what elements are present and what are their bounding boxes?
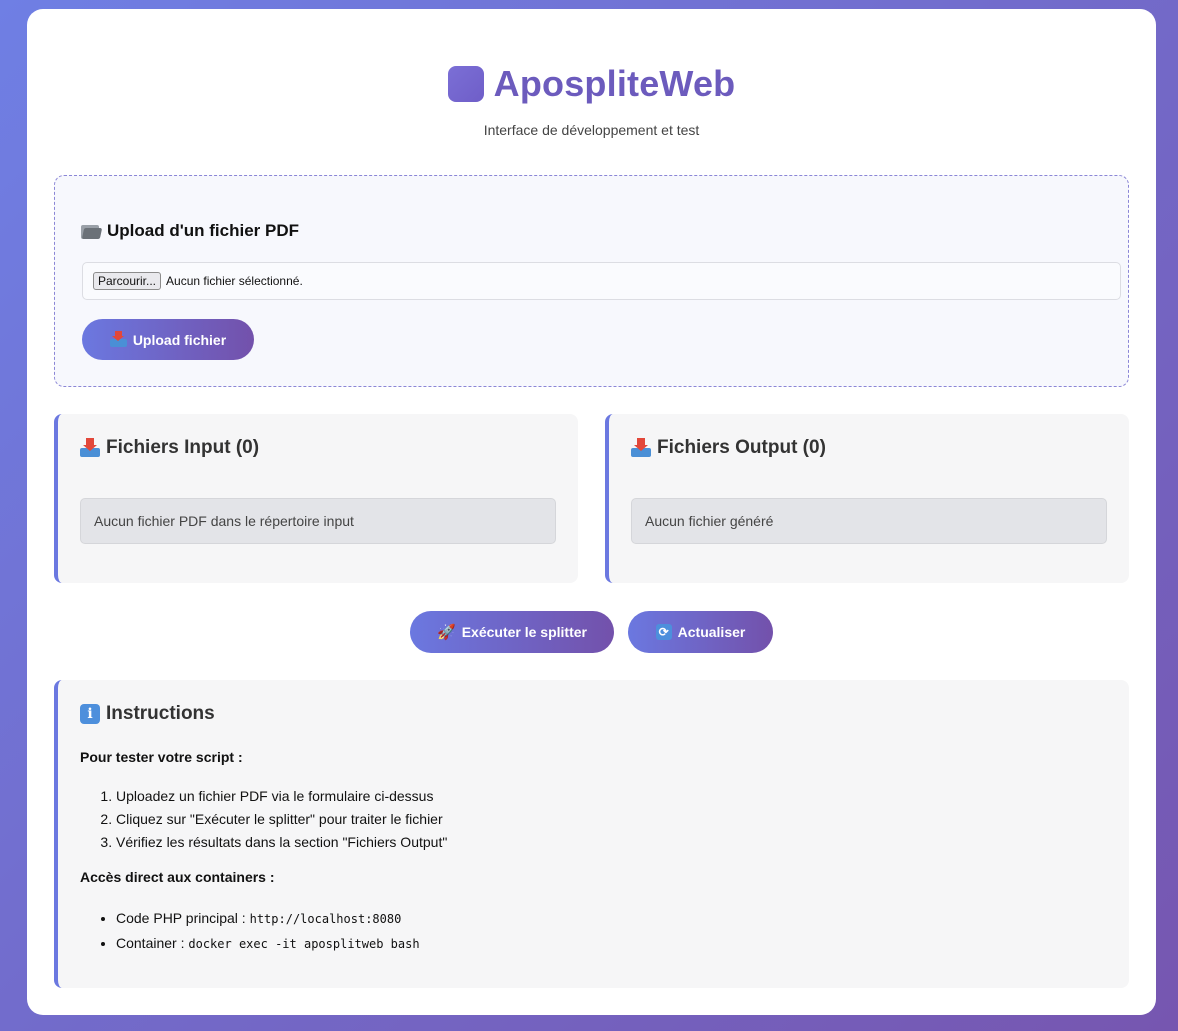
steps-list: Uploadez un fichier PDF via le formulair… <box>80 785 447 854</box>
inbox-tray-icon <box>80 438 100 458</box>
page-subtitle: Interface de développement et test <box>483 122 700 138</box>
step-item: Vérifiez les résultats dans la section "… <box>116 831 447 854</box>
instructions-title-label: Instructions <box>106 703 215 724</box>
run-splitter-button[interactable]: 🚀 Exécuter le splitter <box>410 611 614 653</box>
access-item-code: http://localhost:8080 <box>249 912 402 926</box>
output-empty-message: Aucun fichier généré <box>631 498 1107 544</box>
refresh-button[interactable]: ⟳ Actualiser <box>628 611 773 653</box>
upload-button[interactable]: Upload fichier <box>82 319 254 360</box>
step-item: Uploadez un fichier PDF via le formulair… <box>116 785 447 808</box>
inbox-tray-icon <box>109 331 127 348</box>
outbox-tray-icon <box>631 438 651 458</box>
rocket-icon: 🚀 <box>437 623 456 641</box>
output-panel-title: Fichiers Output (0) <box>631 437 826 459</box>
no-file-text: Aucun fichier sélectionné. <box>166 274 303 288</box>
input-panel-title: Fichiers Input (0) <box>80 437 259 459</box>
access-list: Code PHP principal : http://localhost:80… <box>80 906 420 956</box>
run-button-label: Exécuter le splitter <box>461 624 587 640</box>
logo-icon <box>447 66 484 102</box>
input-files-panel: Fichiers Input (0) Aucun fichier PDF dan… <box>54 414 578 583</box>
output-panel-title-label: Fichiers Output (0) <box>657 437 826 458</box>
upload-title-label: Upload d'un fichier PDF <box>107 221 299 240</box>
instructions-title: i Instructions <box>80 703 215 725</box>
output-files-panel: Fichiers Output (0) Aucun fichier généré <box>605 414 1129 583</box>
access-item-label: Code PHP principal : <box>116 910 250 926</box>
step-item: Cliquez sur "Exécuter le splitter" pour … <box>116 808 447 831</box>
access-item-label: Container : <box>116 935 189 951</box>
page-title: ApospliteWeb <box>493 63 736 104</box>
header: ApospliteWeb Interface de développement … <box>27 63 1156 138</box>
test-heading: Pour tester votre script : <box>80 749 243 765</box>
access-item: Code PHP principal : http://localhost:80… <box>116 906 420 931</box>
upload-button-label: Upload fichier <box>132 331 227 348</box>
refresh-button-label: Actualiser <box>677 624 746 640</box>
access-item: Container : docker exec -it aposplitweb … <box>116 931 420 956</box>
input-empty-message: Aucun fichier PDF dans le répertoire inp… <box>80 498 556 544</box>
info-icon: i <box>80 704 100 724</box>
access-heading: Accès direct aux containers : <box>80 869 275 885</box>
access-item-code: docker exec -it aposplitweb bash <box>188 937 420 951</box>
refresh-icon: ⟳ <box>655 624 672 640</box>
upload-section: Upload d'un fichier PDF Parcourir... Auc… <box>54 175 1129 387</box>
folder-icon <box>81 223 101 239</box>
file-input[interactable]: Parcourir... Aucun fichier sélectionné. <box>82 262 1121 300</box>
browse-button[interactable]: Parcourir... <box>93 272 162 290</box>
main-card: ApospliteWeb Interface de développement … <box>27 9 1156 1015</box>
instructions-panel: i Instructions Pour tester votre script … <box>54 680 1129 988</box>
title-row: ApospliteWeb <box>27 63 1156 104</box>
input-panel-title-label: Fichiers Input (0) <box>106 437 260 458</box>
upload-title: Upload d'un fichier PDF <box>81 221 299 241</box>
